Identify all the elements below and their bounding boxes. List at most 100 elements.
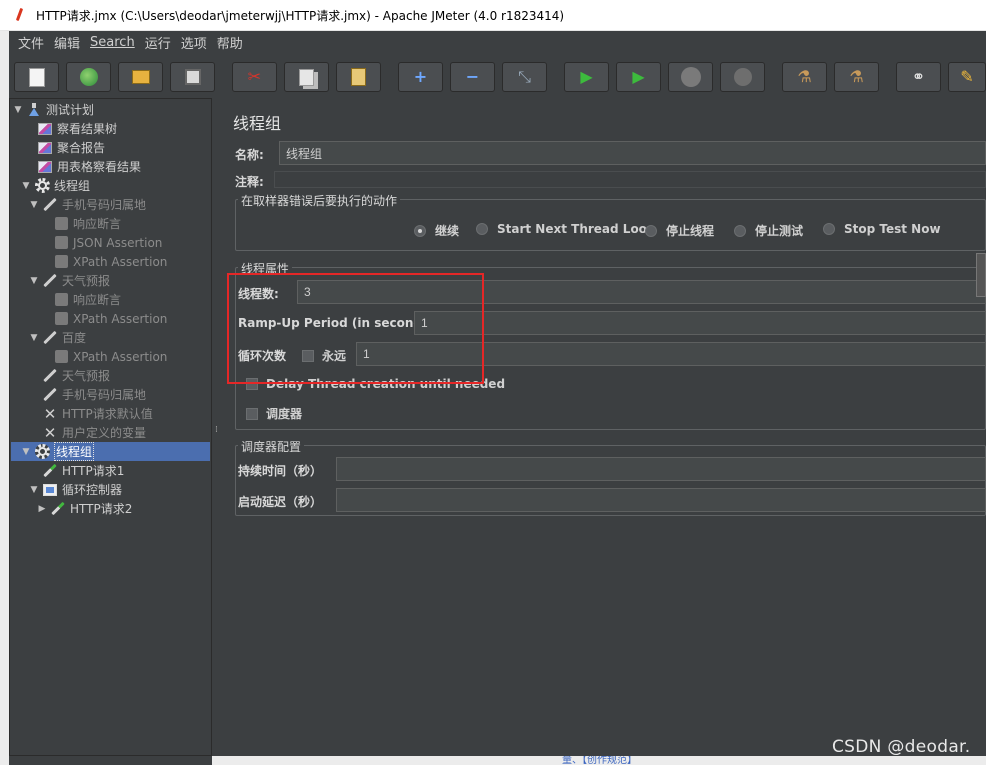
- cut-button[interactable]: ✂: [232, 62, 277, 92]
- chevron-down-icon[interactable]: ▼: [29, 276, 39, 286]
- assertion-icon: [53, 254, 69, 270]
- csdn-watermark: CSDN @deodar.: [832, 737, 971, 757]
- assertion-icon: [53, 292, 69, 308]
- chevron-down-icon[interactable]: ▼: [29, 333, 39, 343]
- radio-stop-test[interactable]: 停止测试: [734, 222, 803, 239]
- window-title-bar: HTTP请求.jmx (C:\Users\deodar\jmeterwjj\HT…: [0, 0, 986, 31]
- clear-all-button[interactable]: ⚗: [834, 62, 879, 92]
- radio-selected-icon: [414, 224, 426, 237]
- loop-icon: [42, 482, 58, 498]
- chevron-down-icon[interactable]: ▼: [21, 447, 31, 457]
- radio-icon: [645, 224, 657, 237]
- tree-node-xpath-assertion-2[interactable]: XPath Assertion: [53, 309, 167, 328]
- menu-file[interactable]: 文件: [13, 33, 49, 52]
- gear-icon: [34, 444, 50, 460]
- rampup-field[interactable]: [414, 311, 986, 335]
- tree-node-xpath-assertion-3[interactable]: XPath Assertion: [53, 347, 167, 366]
- reset-search-button[interactable]: ✎: [948, 62, 986, 92]
- paste-icon: [351, 68, 366, 86]
- tree-node-loop-controller[interactable]: ▼ 循环控制器: [29, 480, 122, 499]
- tree-node-user-vars[interactable]: ✕ 用户定义的变量: [42, 423, 146, 442]
- menu-search[interactable]: Search: [85, 35, 140, 50]
- shutdown-button[interactable]: [720, 62, 765, 92]
- tree-node-phone-sampler[interactable]: ▼ 手机号码归属地: [29, 195, 146, 214]
- menu-edit[interactable]: 编辑: [49, 33, 85, 52]
- chevron-right-icon[interactable]: ▶: [37, 504, 47, 514]
- startup-delay-field[interactable]: [336, 488, 986, 512]
- collapse-all-button[interactable]: −: [450, 62, 495, 92]
- tree-node-baidu-sampler[interactable]: ▼ 百度: [29, 328, 86, 347]
- assertion-icon: [53, 349, 69, 365]
- start-button[interactable]: ▶: [564, 62, 609, 92]
- tree-node-weather-sampler-2[interactable]: 天气预报: [42, 366, 110, 385]
- tree-node-table-results[interactable]: 用表格察看结果: [37, 157, 141, 176]
- pipette-icon: [42, 273, 58, 289]
- duration-field[interactable]: [336, 457, 986, 481]
- wrench-cross-icon: ✕: [43, 404, 57, 423]
- new-button[interactable]: [14, 62, 59, 92]
- shutdown-icon: [733, 68, 752, 86]
- toggle-icon: ⤡: [518, 67, 531, 86]
- scroll-handle[interactable]: [976, 253, 986, 297]
- radio-stop-thread[interactable]: 停止线程: [645, 222, 714, 239]
- tree-node-weather-sampler[interactable]: ▼ 天气预报: [29, 271, 110, 290]
- clear-button[interactable]: ⚗: [782, 62, 827, 92]
- search-button[interactable]: ⚭: [896, 62, 941, 92]
- chevron-down-icon[interactable]: ▼: [29, 200, 39, 210]
- scheduler-config-title: 调度器配置: [238, 438, 305, 455]
- start-no-pauses-button[interactable]: ▶: [616, 62, 661, 92]
- name-field[interactable]: [279, 141, 986, 165]
- radio-icon: [476, 223, 488, 235]
- chart-icon: [37, 159, 53, 175]
- save-button[interactable]: [170, 62, 215, 92]
- templates-button[interactable]: [66, 62, 111, 92]
- thread-group-editor: 线程组 名称: 注释: 在取样器错误后要执行的动作 继续 Start Next …: [222, 98, 986, 756]
- tree-node-phone-sampler-2[interactable]: 手机号码归属地: [42, 385, 146, 404]
- open-button[interactable]: [118, 62, 163, 92]
- toolbar: ✂ + − ⤡ ▶ ▶ ⚗ ⚗ ⚭ ✎: [9, 54, 986, 98]
- comment-field[interactable]: [274, 171, 986, 188]
- paste-button[interactable]: [336, 62, 381, 92]
- search-icon: ⚭: [911, 67, 926, 86]
- copy-button[interactable]: [284, 62, 329, 92]
- radio-stop-test-now[interactable]: Stop Test Now: [823, 222, 941, 236]
- tree-node-xpath-assertion-1[interactable]: XPath Assertion: [53, 252, 167, 271]
- tree-node-http-defaults[interactable]: ✕ HTTP请求默认值: [42, 404, 153, 423]
- tree-node-response-assertion-2[interactable]: 响应断言: [53, 290, 121, 309]
- expand-all-button[interactable]: +: [398, 62, 443, 92]
- radio-continue[interactable]: 继续: [414, 222, 459, 239]
- scheduler-checkbox[interactable]: 调度器: [246, 405, 302, 422]
- pipette-icon: [42, 368, 58, 384]
- tree-node-http-request-1[interactable]: HTTP请求1: [42, 461, 124, 480]
- test-plan-tree: ▼ 测试计划 察看结果树 聚合报告 用表格察看结果 ▼ 线程组 ▼ 手机号码归属地 响…: [9, 98, 212, 756]
- stop-button[interactable]: [668, 62, 713, 92]
- clear-all-icon: ⚗: [849, 67, 864, 86]
- radio-start-next-loop[interactable]: Start Next Thread Loop: [476, 222, 656, 236]
- chevron-down-icon[interactable]: ▼: [21, 181, 31, 191]
- error-action-title: 在取样器错误后要执行的动作: [238, 192, 401, 209]
- pipette-icon: [50, 501, 66, 517]
- menu-run[interactable]: 运行: [140, 33, 176, 52]
- background-page-strip: 量、【创作规范】: [212, 756, 986, 765]
- tree-node-aggregate-report[interactable]: 聚合报告: [37, 138, 105, 157]
- menu-help[interactable]: 帮助: [212, 33, 248, 52]
- tree-node-test-plan[interactable]: ▼ 测试计划: [13, 100, 94, 119]
- collapse-icon: −: [465, 67, 480, 86]
- split-divider[interactable]: ⁞: [212, 98, 222, 756]
- tree-node-results-tree[interactable]: 察看结果树: [37, 119, 117, 138]
- menu-options[interactable]: 选项: [176, 33, 212, 52]
- pipette-icon: [42, 387, 58, 403]
- tree-footer: [9, 756, 212, 765]
- tree-node-response-assertion-1[interactable]: 响应断言: [53, 214, 121, 233]
- clear-icon: ⚗: [797, 67, 812, 86]
- pipette-icon: [42, 463, 58, 479]
- wrench-cross-icon: ✕: [43, 423, 57, 442]
- expand-icon: +: [413, 67, 428, 86]
- tree-node-thread-group-1[interactable]: ▼ 线程组: [21, 176, 90, 195]
- chevron-down-icon[interactable]: ▼: [13, 105, 23, 115]
- toggle-button[interactable]: ⤡: [502, 62, 547, 92]
- tree-node-thread-group-2[interactable]: ▼ 线程组: [11, 442, 210, 461]
- tree-node-json-assertion[interactable]: JSON Assertion: [53, 233, 162, 252]
- tree-node-http-request-2[interactable]: ▶ HTTP请求2: [37, 499, 132, 518]
- chevron-down-icon[interactable]: ▼: [29, 485, 39, 495]
